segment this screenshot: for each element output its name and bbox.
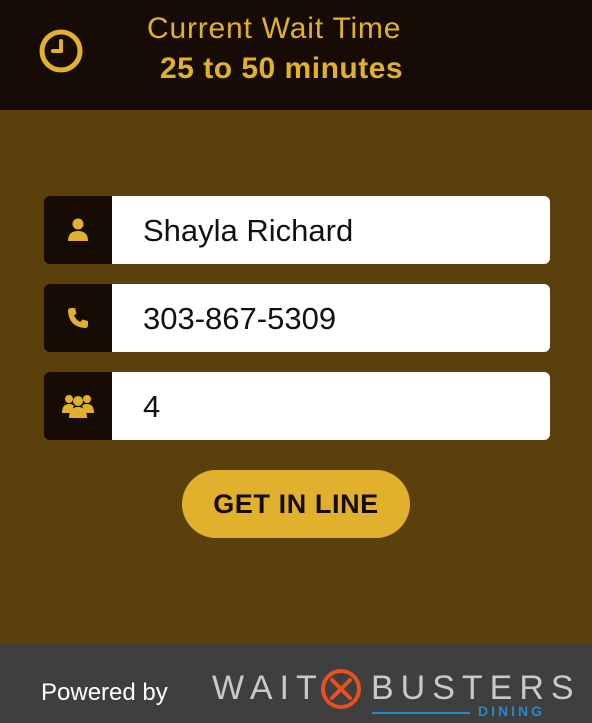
clock-icon bbox=[39, 29, 83, 73]
signup-form: Shayla Richard 303-867-5309 4 GET IN LIN… bbox=[0, 110, 592, 643]
party-size-field: 4 bbox=[44, 372, 550, 440]
header: Current Wait Time 25 to 50 minutes bbox=[0, 0, 592, 110]
logo-text-dining: DINING bbox=[478, 703, 545, 719]
wait-time-value: 25 to 50 minutes bbox=[160, 52, 404, 85]
phone-input-value: 303-867-5309 bbox=[143, 301, 337, 336]
name-input-value: Shayla Richard bbox=[143, 213, 354, 248]
phone-icon bbox=[44, 284, 112, 352]
group-icon bbox=[44, 372, 112, 440]
logo-x-mark-icon bbox=[321, 669, 361, 709]
phone-input[interactable]: 303-867-5309 bbox=[112, 284, 550, 352]
name-input[interactable]: Shayla Richard bbox=[112, 196, 550, 264]
party-size-input-value: 4 bbox=[143, 389, 161, 424]
footer: Powered by WAIT BUSTERS DINING bbox=[0, 643, 592, 723]
logo-text-wait: WAIT bbox=[212, 669, 324, 707]
name-field: Shayla Richard bbox=[44, 196, 550, 264]
user-icon bbox=[44, 196, 112, 264]
powered-by-label: Powered by bbox=[41, 679, 168, 706]
wait-time-title: Current Wait Time bbox=[147, 12, 402, 45]
logo-text-busters: BUSTERS bbox=[371, 669, 581, 707]
get-in-line-button[interactable]: GET IN LINE bbox=[182, 470, 410, 538]
logo-underline bbox=[372, 712, 470, 714]
phone-field: 303-867-5309 bbox=[44, 284, 550, 352]
party-size-input[interactable]: 4 bbox=[112, 372, 550, 440]
